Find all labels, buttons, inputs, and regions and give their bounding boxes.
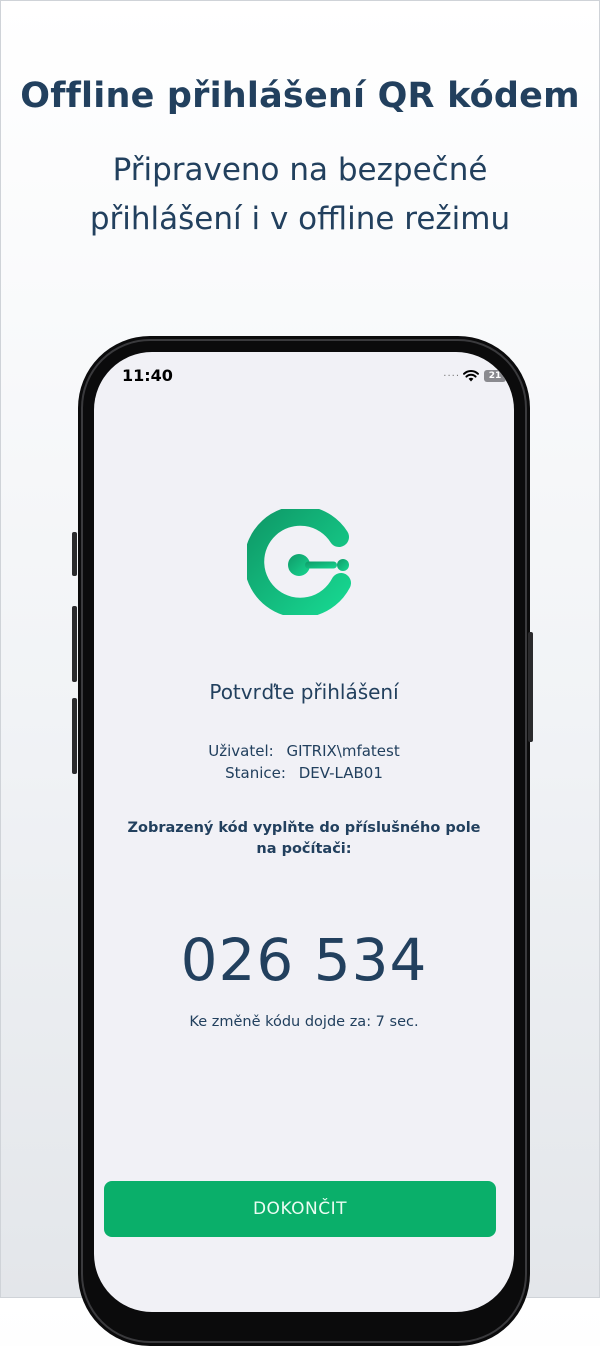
app-logo-icon <box>247 509 351 615</box>
subheadline: Připraveno na bezpečné přihlášení i v of… <box>89 152 511 237</box>
phone-screen: 11:40 ···· 21 Potvrďte přihlášení Uživat… <box>94 352 514 1312</box>
user-value: GITRIX\mfatest <box>286 742 400 760</box>
station-row: Stanice: DEV-LAB01 <box>94 764 514 786</box>
volume-up-button <box>72 606 77 682</box>
headline: Offline přihlášení QR kódem <box>20 76 580 116</box>
power-button <box>528 632 533 742</box>
cellular-signal-icon: ···· <box>443 371 460 382</box>
code-instruction: Zobrazený kód vyplňte do příslušného pol… <box>127 820 481 857</box>
station-label: Stanice: <box>225 764 286 782</box>
silent-switch <box>72 532 77 576</box>
station-value: DEV-LAB01 <box>298 764 383 782</box>
status-bar: 11:40 ···· 21 <box>94 366 514 390</box>
wifi-icon <box>463 369 479 382</box>
code-countdown: Ke změně kódu dojde za: 7 sec. <box>189 1014 419 1030</box>
user-row: Uživatel: GITRIX\mfatest <box>94 742 514 764</box>
confirm-login-title: Potvrďte přihlášení <box>209 680 399 704</box>
finish-button[interactable]: DOKONČIT <box>104 1181 496 1237</box>
user-label: Uživatel: <box>208 742 274 760</box>
login-details: Uživatel: GITRIX\mfatest Stanice: DEV-LA… <box>94 742 514 786</box>
volume-down-button <box>72 698 77 774</box>
verification-code: 026 534 <box>180 926 428 994</box>
status-time: 11:40 <box>122 366 173 385</box>
battery-icon: 21 <box>484 370 506 382</box>
